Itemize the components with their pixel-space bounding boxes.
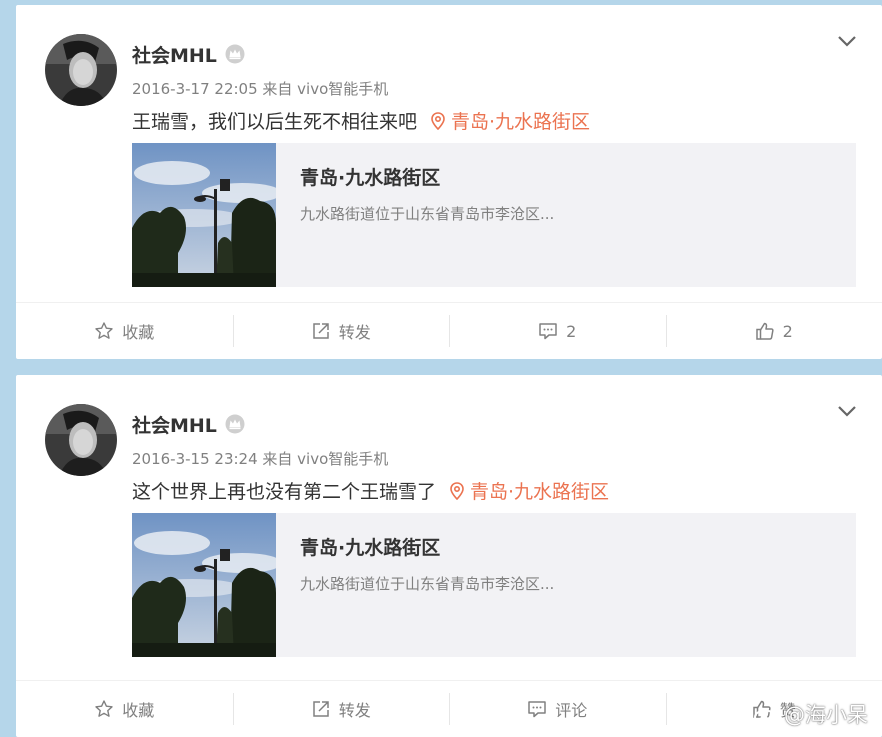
star-icon — [95, 322, 113, 339]
comment-label: 评论 — [555, 701, 588, 720]
location-link[interactable]: 青岛·九水路街区 — [431, 111, 590, 133]
favorite-button[interactable]: 收藏 — [16, 303, 233, 359]
location-label: 青岛·九水路街区 — [470, 481, 610, 503]
location-label: 青岛·九水路街区 — [451, 111, 591, 133]
post-body: 这个世界上再也没有第二个王瑞雪了 — [132, 481, 437, 503]
thumbs-up-icon — [755, 322, 774, 340]
crown-icon[interactable] — [225, 414, 245, 434]
post-body: 王瑞雪，我们以后生死不相往来吧 — [132, 111, 418, 133]
comment-button[interactable]: 评论 — [449, 681, 666, 737]
location-thumbnail — [132, 143, 276, 287]
favorite-label: 收藏 — [122, 323, 155, 342]
post-meta: 2016-3-15 23:24 来自 vivo智能手机 — [132, 450, 389, 468]
favorite-button[interactable]: 收藏 — [16, 681, 233, 737]
repost-icon — [312, 323, 329, 339]
like-button[interactable]: 2 — [665, 303, 882, 359]
location-thumbnail — [132, 513, 276, 657]
crown-icon[interactable] — [225, 44, 245, 64]
comment-icon — [539, 323, 557, 340]
comment-count: 2 — [566, 321, 577, 341]
location-card-title: 青岛·九水路街区 — [300, 537, 441, 559]
location-card[interactable]: 青岛·九水路街区 九水路街道位于山东省青岛市李沧区... — [132, 143, 856, 287]
favorite-label: 收藏 — [122, 701, 155, 720]
post-text: 王瑞雪，我们以后生死不相往来吧 青岛·九水路街区 — [132, 107, 590, 134]
star-icon — [95, 700, 113, 717]
username[interactable]: 社会MHL — [132, 415, 217, 437]
username[interactable]: 社会MHL — [132, 45, 217, 67]
location-card-title: 青岛·九水路街区 — [300, 167, 441, 189]
weibo-post-2: 社会MHL 2016-3-15 23:24 来自 vivo智能手机 这个世界上再… — [16, 375, 882, 737]
repost-button[interactable]: 转发 — [232, 303, 450, 359]
location-card[interactable]: 青岛·九水路街区 九水路街道位于山东省青岛市李沧区... — [132, 513, 856, 657]
post-text: 这个世界上再也没有第二个王瑞雪了 青岛·九水路街区 — [132, 477, 609, 504]
comment-icon — [528, 701, 546, 718]
watermark-text: @海小呆 — [784, 703, 868, 727]
watermark: @海小呆 — [754, 699, 868, 729]
chevron-down-icon[interactable] — [836, 402, 858, 420]
location-pin-icon — [431, 112, 445, 131]
location-card-desc: 九水路街道位于山东省青岛市李沧区... — [300, 205, 555, 223]
action-bar: 收藏 转发 2 2 — [16, 302, 882, 359]
weibo-post-1: 社会MHL 2016-3-17 22:05 来自 vivo智能手机 王瑞雪，我们… — [16, 5, 882, 359]
comment-button[interactable]: 2 — [449, 303, 666, 359]
like-count: 2 — [782, 321, 793, 341]
avatar[interactable] — [45, 34, 117, 106]
repost-button[interactable]: 转发 — [232, 681, 450, 737]
avatar[interactable] — [45, 404, 117, 476]
location-link[interactable]: 青岛·九水路街区 — [450, 481, 609, 503]
username-row: 社会MHL — [132, 411, 245, 438]
username-row: 社会MHL — [132, 41, 245, 68]
location-card-desc: 九水路街道位于山东省青岛市李沧区... — [300, 575, 555, 593]
repost-icon — [312, 701, 329, 717]
chevron-down-icon[interactable] — [836, 32, 858, 50]
repost-label: 转发 — [338, 701, 371, 720]
location-pin-icon — [450, 482, 464, 501]
weibo-logo-icon — [754, 705, 779, 725]
post-meta: 2016-3-17 22:05 来自 vivo智能手机 — [132, 80, 389, 98]
action-bar: 收藏 转发 评论 赞 — [16, 680, 882, 737]
repost-label: 转发 — [338, 323, 371, 342]
